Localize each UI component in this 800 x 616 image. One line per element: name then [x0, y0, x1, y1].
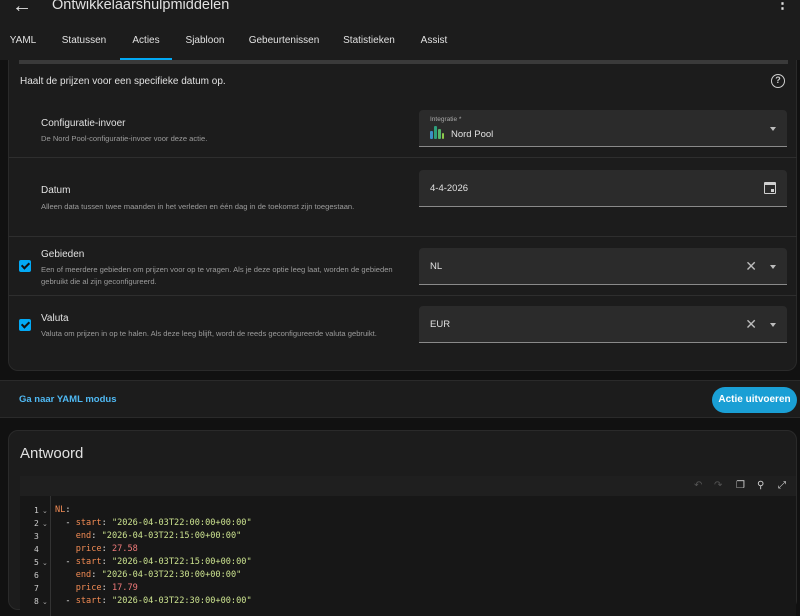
code-toolbar: ↶ ↷ ❐ ⚲ ⤢ [20, 476, 796, 496]
tab-gebeurtenissen[interactable]: Gebeurtenissen [244, 22, 324, 60]
divider [9, 295, 797, 296]
code-line: - start: "2026-04-03T22:15:00+00:00" [55, 557, 252, 567]
fold-chevron-icon[interactable]: ⌄ [42, 598, 48, 606]
line-number: 2 [34, 519, 39, 528]
line-number: 1 [34, 506, 39, 515]
chevron-down-icon [770, 323, 776, 327]
page-title: Ontwikkelaarshulpmiddelen [52, 0, 230, 13]
config-entry-description: De Nord Pool-configuratie-invoer voor de… [41, 134, 208, 143]
areas-label: Gebieden [41, 249, 85, 260]
fold-chevron-icon[interactable]: ⌄ [42, 507, 48, 515]
tab-bar: YAML Statussen Acties Sjabloon Gebeurten… [0, 22, 800, 60]
divider [9, 157, 797, 158]
top-app-bar: ← Ontwikkelaarshulpmiddelen ⋮ YAML Statu… [0, 0, 800, 60]
areas-select[interactable]: NL ✕ [419, 248, 787, 285]
chevron-down-icon [770, 127, 776, 131]
code-line: end: "2026-04-03T22:30:00+00:00" [75, 570, 242, 580]
code-line: - start: "2026-04-03T22:30:00+00:00" [55, 596, 252, 606]
currency-description: Valuta om prijzen in op te halen. Als de… [41, 329, 377, 338]
run-action-button[interactable]: Actie uitvoeren [712, 387, 797, 413]
fold-chevron-icon[interactable]: ⌄ [42, 520, 48, 528]
clear-icon[interactable]: ✕ [745, 259, 757, 273]
more-vertical-icon[interactable]: ⋮ [775, 0, 790, 11]
chevron-down-icon [770, 265, 776, 269]
integration-select[interactable]: Integratie * Nord Pool [419, 110, 787, 147]
currency-label: Valuta [41, 313, 69, 324]
code-editor[interactable]: ↶ ↷ ❐ ⚲ ⤢ 1 ⌄ 2 ⌄ 3 4 5 ⌄ 6 7 8 ⌄ NL: - start: "202… [20, 476, 796, 616]
line-number-gutter: 1 ⌄ 2 ⌄ 3 4 5 ⌄ 6 7 8 ⌄ [20, 496, 50, 616]
line-number: 7 [34, 584, 39, 593]
tab-statussen[interactable]: Statussen [54, 22, 114, 60]
action-card: Haalt de prijzen voor een specifieke dat… [8, 60, 797, 371]
integration-float-label: Integratie * [430, 116, 462, 123]
date-label: Datum [41, 185, 71, 196]
line-number: 6 [34, 571, 39, 580]
tab-acties[interactable]: Acties [120, 22, 172, 60]
copy-icon[interactable]: ❐ [736, 480, 745, 492]
undo-icon[interactable]: ↶ [694, 480, 702, 492]
areas-checkbox[interactable] [19, 260, 31, 272]
line-number: 3 [34, 532, 39, 541]
code-line: NL: [55, 505, 71, 515]
date-description: Alleen data tussen twee maanden in het v… [41, 202, 355, 211]
response-card: Antwoord ↶ ↷ ❐ ⚲ ⤢ 1 ⌄ 2 ⌄ 3 4 5 ⌄ 6 7 8 ⌄ NL: - st… [8, 430, 797, 616]
tab-assist[interactable]: Assist [412, 22, 456, 60]
currency-checkbox[interactable] [19, 319, 31, 331]
date-value: 4-4-2026 [430, 183, 469, 194]
search-icon[interactable]: ⚲ [757, 480, 764, 492]
calendar-icon[interactable] [764, 182, 776, 194]
arrow-left-icon[interactable]: ← [12, 0, 32, 16]
code-line: price: 27.58 [75, 544, 138, 554]
help-icon[interactable]: ? [771, 74, 785, 88]
line-number: 8 [34, 597, 39, 606]
config-entry-label: Configuratie-invoer [41, 118, 126, 129]
areas-description: Een of meerdere gebieden om prijzen voor… [41, 265, 393, 286]
fold-chevron-icon[interactable]: ⌄ [42, 559, 48, 567]
currency-select[interactable]: EUR ✕ [419, 306, 787, 343]
date-field[interactable]: 4-4-2026 [419, 170, 787, 207]
action-selector-edge [19, 60, 788, 64]
action-description: Haalt de prijzen voor een specifieke dat… [20, 76, 226, 87]
tab-statistieken[interactable]: Statistieken [336, 22, 402, 60]
code-line: price: 17.79 [75, 583, 138, 593]
divider [9, 236, 797, 237]
yaml-mode-link[interactable]: Ga naar YAML modus [19, 394, 117, 405]
action-footer: Ga naar YAML modus Actie uitvoeren [0, 380, 800, 418]
currency-value: EUR [430, 319, 451, 330]
line-number: 4 [34, 545, 39, 554]
redo-icon[interactable]: ↷ [714, 480, 722, 492]
areas-value: NL [430, 261, 443, 272]
code-content[interactable]: NL: - start: "2026-04-03T22:00:00+00:00"… [50, 496, 796, 616]
response-title: Antwoord [20, 445, 84, 462]
tab-sjabloon[interactable]: Sjabloon [178, 22, 232, 60]
tab-yaml[interactable]: YAML [0, 22, 46, 60]
code-line: - start: "2026-04-03T22:00:00+00:00" [55, 518, 252, 528]
nord-pool-logo-icon [430, 125, 444, 139]
code-line: end: "2026-04-03T22:15:00+00:00" [75, 531, 242, 541]
line-number: 5 [34, 558, 39, 567]
clear-icon[interactable]: ✕ [745, 317, 757, 331]
integration-value: Nord Pool [451, 129, 494, 140]
fullscreen-icon[interactable]: ⤢ [778, 480, 786, 492]
